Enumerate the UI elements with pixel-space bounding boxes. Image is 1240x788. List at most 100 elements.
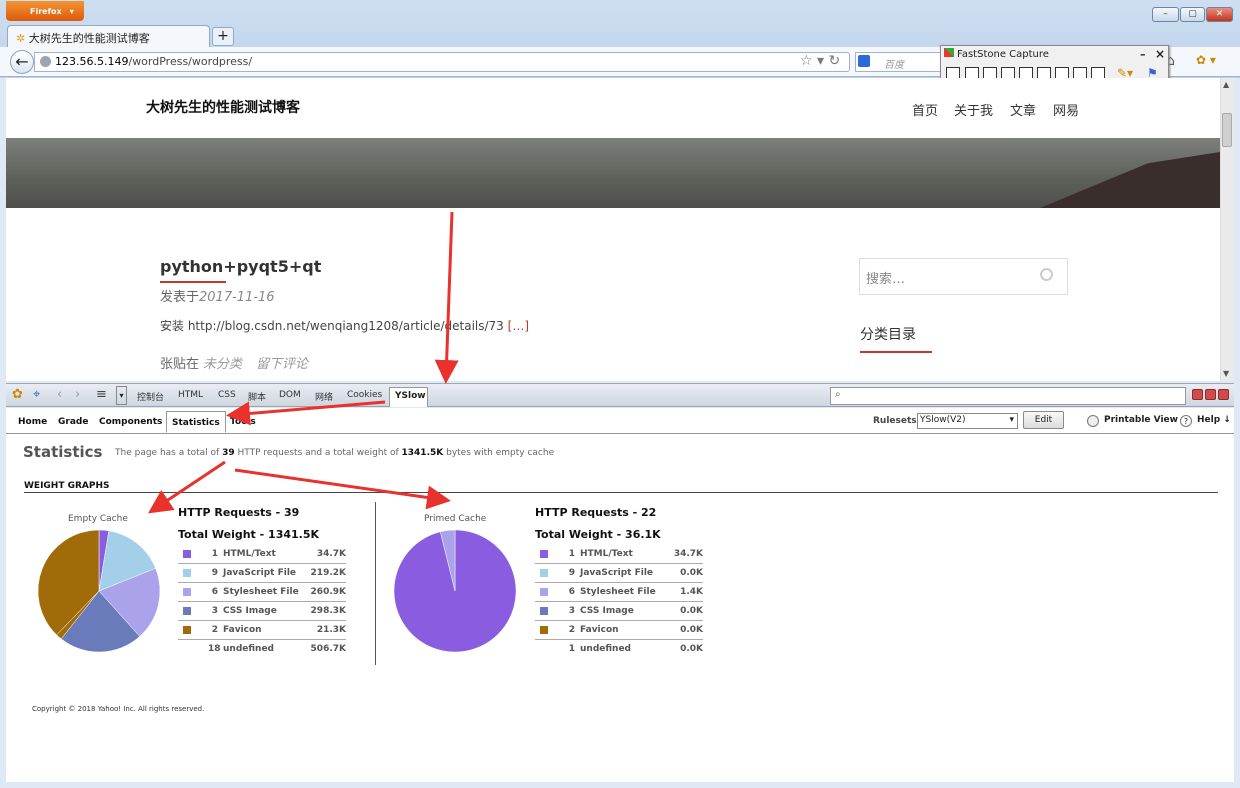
table-row: 3 CSS Image 298.3K: [178, 602, 346, 621]
primed-cache-requests-header: HTTP Requests - 22: [535, 506, 657, 519]
printable-view-link[interactable]: Printable View: [1104, 415, 1178, 425]
summary-prefix: The page has a total of: [115, 448, 220, 458]
tab-cookies[interactable]: Cookies: [347, 390, 382, 400]
legend-swatch: [183, 588, 191, 596]
post-date[interactable]: 2017-11-16: [199, 290, 275, 305]
edit-button[interactable]: Edit: [1023, 411, 1064, 429]
nav-about[interactable]: 关于我: [954, 100, 993, 119]
row-size: 260.9K: [310, 587, 346, 597]
legend-swatch: [183, 550, 191, 558]
firebug-detach-button[interactable]: [1205, 389, 1216, 400]
nav-home[interactable]: 首页: [912, 100, 938, 119]
firebug-minimize-button[interactable]: [1192, 389, 1203, 400]
back-arrow-icon[interactable]: ←: [10, 50, 34, 74]
scroll-down-icon[interactable]: ▼: [1223, 369, 1229, 378]
search-icon[interactable]: [1040, 268, 1053, 281]
yslow-tab-home[interactable]: Home: [13, 411, 52, 433]
row-count: 1: [568, 549, 575, 559]
firebug-icon[interactable]: ✿ ▾: [1196, 53, 1216, 67]
site-title[interactable]: 大树先生的性能测试博客: [146, 97, 300, 117]
row-name: HTML/Text: [580, 549, 633, 559]
firebug-close-button[interactable]: [1218, 389, 1229, 400]
row-name: JavaScript File: [580, 568, 654, 578]
table-row: 1 HTML/Text 34.7K: [535, 545, 703, 564]
row-name: undefined: [223, 644, 274, 654]
address-bar[interactable]: 123.56.5.149/wordPress/wordpress/: [34, 52, 850, 72]
tab-dom[interactable]: DOM: [279, 390, 301, 400]
table-row: 3 CSS Image 0.0K: [535, 602, 703, 621]
yslow-tab-components[interactable]: Components: [94, 411, 167, 433]
firefox-menu-button[interactable]: Firefox ▾: [6, 1, 84, 21]
post-title-underline: [160, 281, 226, 283]
empty-cache-weight-header: Total Weight - 1341.5K: [178, 528, 320, 541]
row-name: Favicon: [580, 625, 619, 635]
dropdown-arrow-icon: ▾: [69, 7, 74, 16]
row-count: 2: [211, 625, 218, 635]
forward-arrow-icon[interactable]: ›: [75, 387, 91, 403]
legend-swatch: [540, 588, 548, 596]
close-window-button[interactable]: ✕: [1206, 7, 1233, 22]
summary-requests: 39: [222, 448, 235, 458]
row-size: 34.7K: [673, 549, 703, 559]
yslow-tab-tools[interactable]: Tools: [225, 411, 261, 433]
table-row: 2 Favicon 0.0K: [535, 621, 703, 640]
legend-swatch: [540, 626, 548, 634]
tab-favicon-icon: ✲: [16, 32, 26, 45]
firebug-bug-icon[interactable]: ✿: [12, 387, 28, 403]
printable-view-icon[interactable]: [1087, 415, 1099, 427]
window-bottom-frame: [0, 782, 1240, 788]
post-category-link[interactable]: 未分类: [203, 357, 242, 372]
yslow-tab-statistics[interactable]: Statistics: [166, 411, 226, 433]
rulesets-select[interactable]: YSlow(V2): [917, 413, 1018, 429]
baidu-paw-icon[interactable]: [858, 55, 870, 67]
tab-console[interactable]: 控制台: [137, 390, 164, 403]
leave-comment-link[interactable]: 留下评论: [256, 357, 308, 372]
legend-swatch: [540, 550, 548, 558]
firefox-menu-label: Firefox: [30, 7, 62, 16]
faststone-close-button[interactable]: ×: [1155, 47, 1165, 61]
tab-network[interactable]: 网络: [315, 390, 333, 403]
browser-tab[interactable]: ✲ 大树先生的性能测试博客: [7, 25, 210, 47]
tab-yslow[interactable]: YSlow: [389, 387, 428, 407]
dropdown-arrow-icon[interactable]: ▾: [116, 386, 127, 405]
page-scrollbar-thumb[interactable]: [1222, 113, 1232, 147]
nav-netease[interactable]: 网易: [1053, 100, 1079, 119]
statistics-summary: The page has a total of 39 HTTP requests…: [115, 448, 554, 458]
firebug-search-input[interactable]: ⌕: [830, 387, 1186, 405]
site-identity-icon[interactable]: [40, 56, 51, 67]
row-count: 3: [211, 606, 218, 616]
copyright: Copyright © 2018 Yahoo! Inc. All rights …: [32, 705, 205, 713]
primed-cache-title: Primed Cache: [424, 514, 487, 524]
row-name: CSS Image: [580, 606, 634, 616]
tab-html[interactable]: HTML: [178, 390, 203, 400]
post-title[interactable]: python+pyqt5+qt: [160, 257, 321, 276]
bookmark-star-icon[interactable]: ☆ ▾ ↻: [800, 53, 840, 69]
tab-script[interactable]: 脚本: [248, 390, 266, 403]
yslow-tab-grade[interactable]: Grade: [53, 411, 93, 433]
read-more-link[interactable]: […]: [508, 319, 529, 333]
list-menu-icon[interactable]: ≡: [96, 387, 112, 403]
nav-articles[interactable]: 文章: [1010, 100, 1036, 119]
back-arrow-icon[interactable]: ‹: [57, 387, 73, 403]
inspect-element-icon[interactable]: ⌖: [33, 387, 49, 403]
weight-graphs-label: WEIGHT GRAPHS: [24, 481, 110, 491]
primed-cache-pie: [393, 529, 517, 653]
sidebar-search-input[interactable]: 搜索…: [859, 258, 1068, 295]
summary-weight: 1341.5K: [401, 448, 444, 458]
scroll-up-icon[interactable]: ▲: [1223, 80, 1229, 89]
post-meta-prefix: 发表于: [160, 290, 200, 305]
window-right-frame: [1234, 78, 1240, 788]
maximize-button[interactable]: ▢: [1180, 7, 1205, 22]
faststone-minimize-button[interactable]: –: [1140, 48, 1146, 61]
help-icon[interactable]: ?: [1180, 415, 1192, 427]
row-name: CSS Image: [223, 606, 277, 616]
row-count: 1: [568, 644, 575, 654]
help-link[interactable]: Help ↓: [1197, 415, 1231, 425]
statistics-title: Statistics: [23, 443, 103, 461]
post-meta: 发表于2017-11-16: [160, 286, 275, 305]
row-size: 0.0K: [680, 625, 703, 635]
tab-css[interactable]: CSS: [218, 390, 236, 400]
minimize-button[interactable]: –: [1152, 7, 1179, 22]
search-icon: ⌕: [835, 389, 841, 400]
new-tab-button[interactable]: +: [212, 27, 234, 46]
